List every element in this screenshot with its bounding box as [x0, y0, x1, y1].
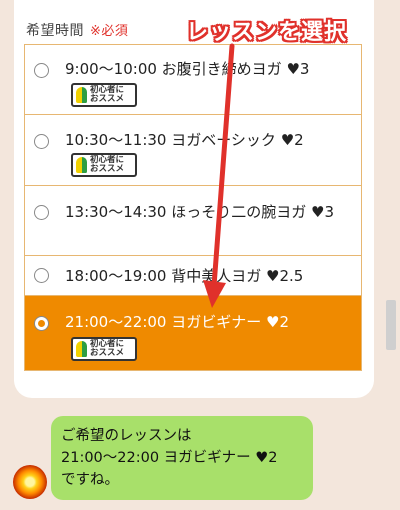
arrow-head [203, 280, 226, 308]
chat-line-3: ですね。 [61, 472, 119, 488]
scrollbar-thumb[interactable] [386, 300, 396, 350]
chat-line-2: 21:00〜22:00 ヨガビギナー ♥2 [61, 450, 278, 466]
arrow-shaft [211, 43, 235, 289]
annotation-label: レッスンを選択 [186, 20, 348, 45]
bot-avatar [13, 465, 47, 499]
chat-line-1: ご希望のレッスンは [61, 428, 192, 444]
chat-message-bubble: ご希望のレッスンは 21:00〜22:00 ヨガビギナー ♥2 ですね。 [51, 416, 313, 500]
